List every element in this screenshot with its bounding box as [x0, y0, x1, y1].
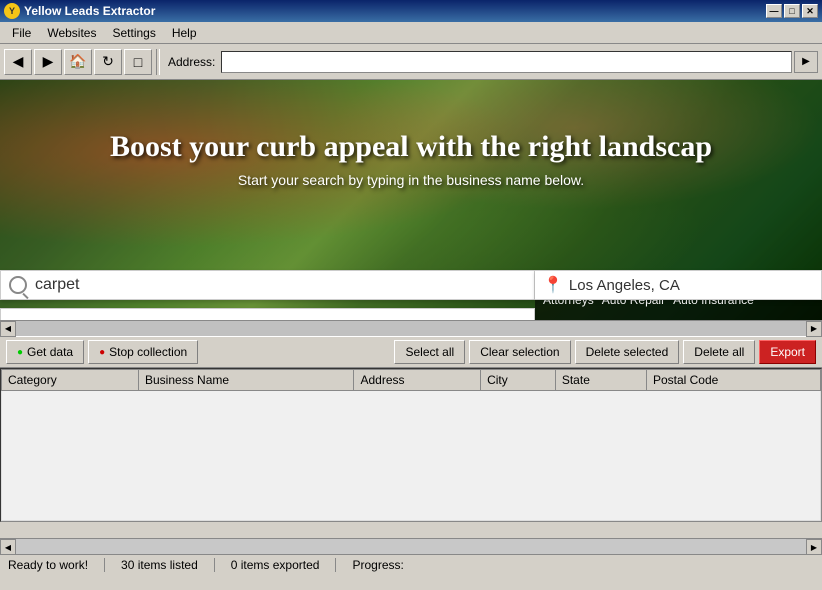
title-bar: Y Yellow Leads Extractor — □ ✕ [0, 0, 822, 22]
suggestions-dropdown: carpet & Rug Cleaners carpet & Rug Deale… [0, 308, 535, 320]
menu-websites[interactable]: Websites [39, 24, 104, 42]
browser-h-scrollbar: ◀ ▶ [0, 320, 822, 336]
status-progress-label: Progress: [352, 558, 419, 572]
minimize-button[interactable]: — [766, 4, 782, 18]
data-table-wrapper: Category Business Name Address City Stat… [0, 368, 822, 538]
bottom-scroll-track[interactable] [16, 539, 806, 554]
search-box [0, 270, 535, 300]
main-content: Boost your curb appeal with the right la… [0, 80, 822, 590]
bottom-scroll-left[interactable]: ◀ [0, 539, 16, 555]
menu-help[interactable]: Help [164, 24, 205, 42]
location-pin-icon: 📍 [543, 275, 563, 295]
status-ready: Ready to work! [8, 558, 105, 572]
bottom-scroll-right[interactable]: ▶ [806, 539, 822, 555]
col-postal-code: Postal Code [646, 370, 820, 391]
search-input[interactable] [35, 276, 526, 294]
menu-settings[interactable]: Settings [104, 24, 163, 42]
go-button[interactable]: ▶ [794, 51, 818, 73]
scroll-right-button[interactable]: ▶ [806, 321, 822, 337]
table-header-row: Category Business Name Address City Stat… [2, 370, 821, 391]
hero-subtitle: Start your search by typing in the busin… [0, 172, 822, 188]
stop-button[interactable]: □ [124, 49, 152, 75]
col-address: Address [354, 370, 481, 391]
delete-selected-button[interactable]: Delete selected [575, 340, 680, 364]
table-body [2, 391, 821, 521]
forward-button[interactable]: ▶ [34, 49, 62, 75]
stop-collection-button[interactable]: Stop collection [88, 340, 198, 364]
data-table: Category Business Name Address City Stat… [1, 369, 821, 521]
export-button[interactable]: Export [759, 340, 816, 364]
clear-selection-button[interactable]: Clear selection [469, 340, 570, 364]
close-button[interactable]: ✕ [802, 4, 818, 18]
scroll-left-button[interactable]: ◀ [0, 321, 16, 337]
col-category: Category [2, 370, 139, 391]
suggestion-item-1[interactable]: carpet & Rug Cleaners [1, 309, 534, 320]
search-icon [9, 276, 27, 294]
location-text: Los Angeles, CA [569, 277, 680, 294]
separator [156, 49, 160, 75]
back-button[interactable]: ◀ [4, 49, 32, 75]
browser-content: Boost your curb appeal with the right la… [0, 80, 822, 320]
data-table-container: Category Business Name Address City Stat… [0, 368, 822, 522]
col-city: City [481, 370, 556, 391]
action-bar: Get data Stop collection Select all Clea… [0, 336, 822, 368]
status-bar: Ready to work! 30 items listed 0 items e… [0, 554, 822, 574]
status-items-listed: 30 items listed [121, 558, 215, 572]
scroll-track[interactable] [16, 321, 806, 336]
menu-bar: File Websites Settings Help [0, 22, 822, 44]
hero-title: Boost your curb appeal with the right la… [0, 130, 822, 164]
col-business-name: Business Name [139, 370, 354, 391]
maximize-button[interactable]: □ [784, 4, 800, 18]
address-label: Address: [168, 55, 215, 69]
suggestion-text-1: pet & Rug Cleaners [58, 317, 180, 320]
home-button[interactable]: 🏠 [64, 49, 92, 75]
app-title: Yellow Leads Extractor [24, 4, 766, 18]
search-overlay: 📍 Los Angeles, CA [0, 270, 822, 300]
location-box: 📍 Los Angeles, CA [535, 270, 822, 300]
app-icon: Y [4, 3, 20, 19]
bottom-scrollbar: ◀ ▶ [0, 538, 822, 554]
window-controls: — □ ✕ [766, 4, 818, 18]
hero-text: Boost your curb appeal with the right la… [0, 130, 822, 188]
col-state: State [555, 370, 646, 391]
toolbar: ◀ ▶ 🏠 ↻ □ Address: ▶ [0, 44, 822, 80]
empty-table-cell [2, 391, 821, 521]
menu-file[interactable]: File [4, 24, 39, 42]
address-input[interactable] [221, 51, 792, 73]
delete-all-button[interactable]: Delete all [683, 340, 755, 364]
suggestion-bold-1: car [37, 317, 58, 320]
refresh-button[interactable]: ↻ [94, 49, 122, 75]
get-data-button[interactable]: Get data [6, 340, 84, 364]
status-items-exported: 0 items exported [231, 558, 337, 572]
select-all-button[interactable]: Select all [394, 340, 465, 364]
